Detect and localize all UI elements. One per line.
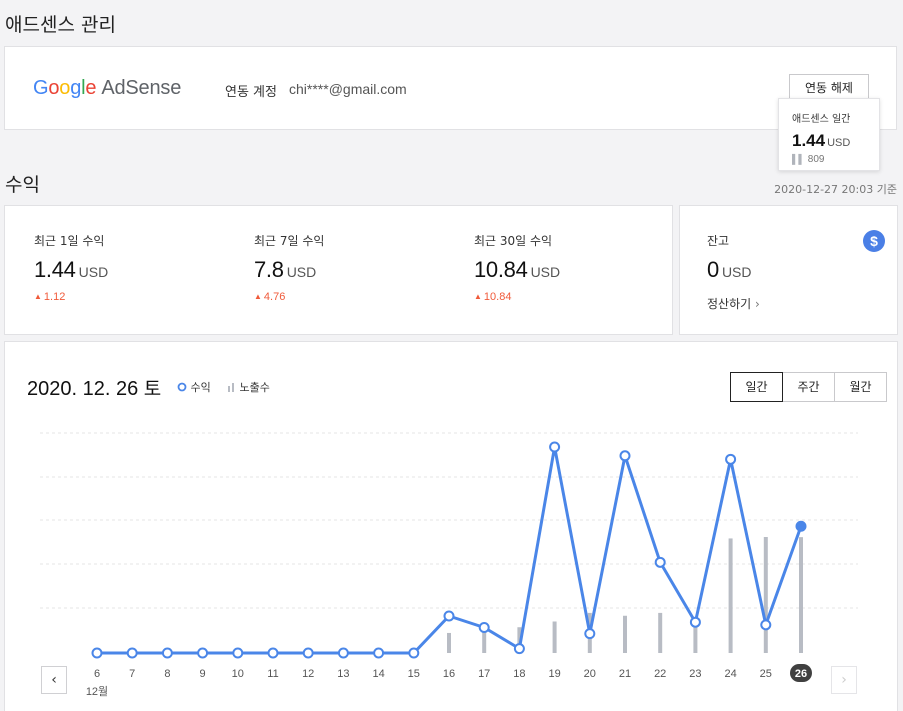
bar-marker-icon: ▌▌ [792,154,805,164]
stat-label: 최근 1일 수익 [34,234,105,248]
stat-1day: 최근 1일 수익 1.44 USD ▲ 1.12 [34,232,108,303]
up-triangle-icon: ▲ [474,292,482,301]
stat-7day: 최근 7일 수익 7.8 USD ▲ 4.76 [254,232,324,303]
stat-label: 최근 7일 수익 [254,234,325,248]
settle-link[interactable]: 정산하기 › [707,295,760,312]
tooltip-impressions: ▌▌ 809 [792,154,825,165]
stat-unit: USD [78,264,109,280]
chevron-right-icon: › [841,672,847,688]
balance-value: 0 [707,257,719,282]
balance-stat: 잔고 0 USD [707,232,752,283]
linked-account-email: chi****@gmail.com [289,81,407,97]
stat-unit: USD [530,264,561,280]
next-button[interactable]: › [831,666,857,694]
balance-card: 잔고 0 USD $ 정산하기 › [679,205,898,335]
adsense-account-card: Google AdSense 연동 계정 chi****@gmail.com 연동… [4,46,897,130]
stat-change: ▲ 10.84 [474,291,512,303]
chevron-right-icon: › [755,297,760,311]
balance-label: 잔고 [707,234,730,248]
chart-tooltip: 애드센스 일간 1.44 USD ▌▌ 809 [778,98,880,171]
balance-unit: USD [721,264,752,280]
dollar-icon: $ [863,230,885,252]
bar-marker-icon [228,383,234,392]
stat-value: 1.44 [34,257,76,282]
chart-date-title: 2020. 12. 26 토 [27,378,162,400]
page-title: 애드센스 관리 [5,14,116,36]
revenue-stats-card: 최근 1일 수익 1.44 USD ▲ 1.12 최근 7일 수익 7.8 USD ▲… [4,205,673,335]
period-tabs: 일간 주간 월간 [730,372,887,402]
google-adsense-logo: Google AdSense [33,77,182,99]
legend-revenue: 수익 [177,379,211,395]
chevron-left-icon: ‹ [51,672,57,688]
revenue-section-title: 수익 [5,174,40,196]
stat-change: ▲ 1.12 [34,291,66,303]
prev-button[interactable]: ‹ [41,666,67,694]
tooltip-value: 1.44 [792,131,826,150]
circle-marker-icon [177,382,187,392]
tooltip-title: 애드센스 일간 [792,114,851,125]
stat-change: ▲ 4.76 [254,291,286,303]
tab-weekly[interactable]: 주간 [782,372,835,402]
updated-timestamp: 2020-12-27 20:03 기준 [774,183,897,196]
stat-30day: 최근 30일 수익 10.84 USD ▲ 10.84 [474,232,560,303]
up-triangle-icon: ▲ [34,292,42,301]
stat-value: 10.84 [474,257,528,282]
tab-daily[interactable]: 일간 [730,372,783,402]
tab-monthly[interactable]: 월간 [834,372,887,402]
chart-card: 2020. 12. 26 토 수익 노출수 일간 주간 월간 [4,341,898,711]
stat-value: 7.8 [254,257,284,282]
linked-account-label: 연동 계정 [225,85,277,100]
stat-label: 최근 30일 수익 [474,234,553,248]
up-triangle-icon: ▲ [254,292,262,301]
legend-impressions: 노출수 [227,379,270,395]
tooltip-unit: USD [827,137,851,149]
stat-unit: USD [286,264,317,280]
